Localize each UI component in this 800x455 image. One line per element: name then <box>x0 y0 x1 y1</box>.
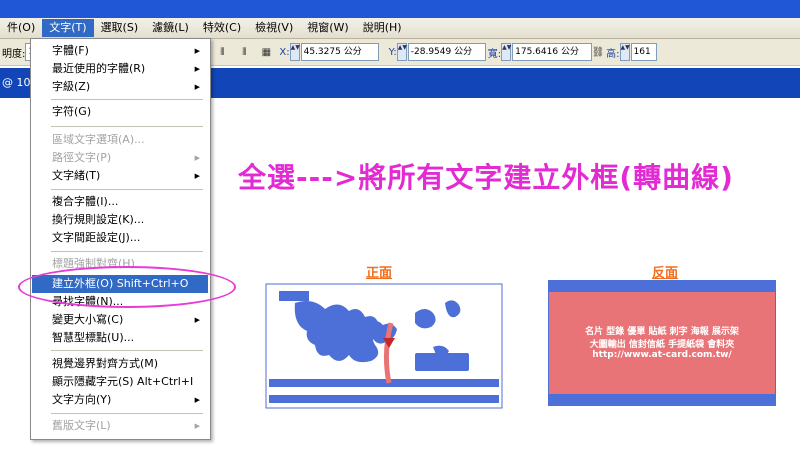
menu-separator <box>51 413 203 414</box>
menu-separator <box>51 99 203 100</box>
text-menu-item-4: 區域文字選項(A)... <box>32 131 208 149</box>
distribute-right-icon[interactable]: ⫴ <box>236 44 252 60</box>
back-card-line-services: 名片 型錄 優單 貼紙 刺字 海報 展示架 <box>585 327 739 337</box>
submenu-arrow-icon: ▶ <box>194 422 200 430</box>
y-spinner-icon[interactable]: ▲▼ <box>396 43 407 61</box>
text-menu-item-label: 舊版文字(L) <box>52 419 111 432</box>
text-menu-item-3[interactable]: 字符(G) <box>32 103 208 121</box>
highlight-ellipse <box>18 266 236 308</box>
menu-separator <box>51 126 203 127</box>
menu-item-1[interactable]: 文字(T) <box>42 19 94 37</box>
text-menu-item-2[interactable]: 字級(Z) ▶ <box>32 78 208 96</box>
menu-item-4[interactable]: 特效(C) <box>196 19 248 37</box>
menu-separator <box>51 251 203 252</box>
back-card-line-products: 大圖輸出 信封信紙 手提紙袋 會料夾 <box>589 340 735 350</box>
text-menu-item-label: 文字間距設定(J)... <box>52 231 141 244</box>
text-menu-item-label: 智慧型標點(U)... <box>52 331 135 344</box>
submenu-arrow-icon: ▶ <box>194 154 200 162</box>
submenu-arrow-icon: ▶ <box>194 83 200 91</box>
x-spinner-icon[interactable]: ▲▼ <box>289 43 300 61</box>
front-card-artwork[interactable] <box>265 283 503 409</box>
width-spinner-icon[interactable]: ▲▼ <box>501 43 511 61</box>
title-bar: 件(O) 文字(T) 選取(S) 濾鏡(L) 特效(C) 檢視(V) 視窗(W) 說明(H) <box>0 0 800 39</box>
back-card-url: http://www.at-card.com.tw/ <box>592 350 732 360</box>
text-menu-item-0[interactable]: 字體(F) ▶ <box>32 42 208 60</box>
distribute-center-icon[interactable]: ⫴ <box>214 44 230 60</box>
menu-item-0[interactable]: 件(O) <box>0 19 42 37</box>
menu-item-2[interactable]: 選取(S) <box>94 19 146 37</box>
y-field[interactable]: -28.9549 公分 <box>407 43 486 61</box>
x-label: X: <box>279 46 290 58</box>
height-spinner-icon[interactable]: ▲▼ <box>619 43 630 61</box>
text-menu-item-1[interactable]: 最近使用的字體(R) ▶ <box>32 60 208 78</box>
text-menu-item-label: 換行規則設定(K)... <box>52 213 145 226</box>
back-caption: 反面 <box>652 266 679 281</box>
link-icon[interactable]: ⛓ <box>592 44 605 60</box>
text-menu-item-13[interactable]: 變更大小寫(C) ▶ <box>32 311 208 329</box>
text-menu-dropdown: 字體(F) ▶ 最近使用的字體(R) ▶ 字級(Z) ▶ 字符(G) 區域文字選項(A)...… <box>30 38 211 440</box>
submenu-arrow-icon: ▶ <box>194 316 200 324</box>
menu-separator <box>51 350 203 351</box>
text-menu-item-5: 路徑文字(P) ▶ <box>32 149 208 167</box>
text-menu-item-label: 變更大小寫(C) <box>52 313 124 326</box>
submenu-arrow-icon: ▶ <box>194 172 200 180</box>
menu-item-7[interactable]: 說明(H) <box>356 19 409 37</box>
width-field[interactable]: 175.6416 公分 <box>512 43 593 61</box>
text-menu-item-label: 文字緒(T) <box>52 169 101 182</box>
text-menu-item-9[interactable]: 文字間距設定(J)... <box>32 229 208 247</box>
reference-point-icon[interactable]: ▦ <box>258 44 274 60</box>
text-menu-item-label: 最近使用的字體(R) <box>52 62 146 75</box>
width-label: 寬: <box>487 48 502 60</box>
menu-bar: 件(O) 文字(T) 選取(S) 濾鏡(L) 特效(C) 檢視(V) 視窗(W) 說明(H) <box>0 18 800 39</box>
text-menu-item-label: 視覺邊界對齊方式(M) <box>52 357 159 370</box>
submenu-arrow-icon: ▶ <box>194 396 200 404</box>
y-label: Y: <box>388 46 397 58</box>
text-menu-item-label: 文字方向(Y) <box>52 393 112 406</box>
height-label: 高: <box>606 48 620 60</box>
text-menu-item-18: 舊版文字(L) ▶ <box>32 417 208 435</box>
text-menu-item-label: 區域文字選項(A)... <box>52 133 145 146</box>
text-menu-item-8[interactable]: 換行規則設定(K)... <box>32 211 208 229</box>
front-caption: 正面 <box>366 266 393 281</box>
instruction-banner: 全選--->將所有文字建立外框(轉曲線) <box>238 161 734 194</box>
text-menu-item-6[interactable]: 文字緒(T) ▶ <box>32 167 208 185</box>
submenu-arrow-icon: ▶ <box>194 47 200 55</box>
text-menu-item-label: 顯示隱藏字元(S) Alt+Ctrl+I <box>52 375 194 388</box>
height-field[interactable]: 161 <box>630 43 657 61</box>
text-menu-item-16[interactable]: 顯示隱藏字元(S) Alt+Ctrl+I <box>32 373 208 391</box>
menu-item-3[interactable]: 濾鏡(L) <box>145 19 196 37</box>
text-menu-item-label: 字體(F) <box>52 44 89 57</box>
menu-separator <box>51 189 203 190</box>
menu-item-5[interactable]: 檢視(V) <box>248 19 300 37</box>
menu-item-6[interactable]: 視窗(W) <box>300 19 355 37</box>
text-menu-item-14[interactable]: 智慧型標點(U)... <box>32 329 208 347</box>
text-menu-item-label: 字級(Z) <box>52 80 91 93</box>
text-menu-item-label: 字符(G) <box>52 105 92 118</box>
text-menu-item-7[interactable]: 複合字體(I)... <box>32 193 208 211</box>
text-menu-item-15[interactable]: 視覺邊界對齊方式(M) <box>32 355 208 373</box>
text-menu-item-17[interactable]: 文字方向(Y) ▶ <box>32 391 208 409</box>
x-field[interactable]: 45.3275 公分 <box>300 43 379 61</box>
text-menu-item-label: 複合字體(I)... <box>52 195 119 208</box>
text-menu-item-label: 路徑文字(P) <box>52 151 112 164</box>
opacity-label: 明度: <box>2 48 26 60</box>
submenu-arrow-icon: ▶ <box>194 65 200 73</box>
